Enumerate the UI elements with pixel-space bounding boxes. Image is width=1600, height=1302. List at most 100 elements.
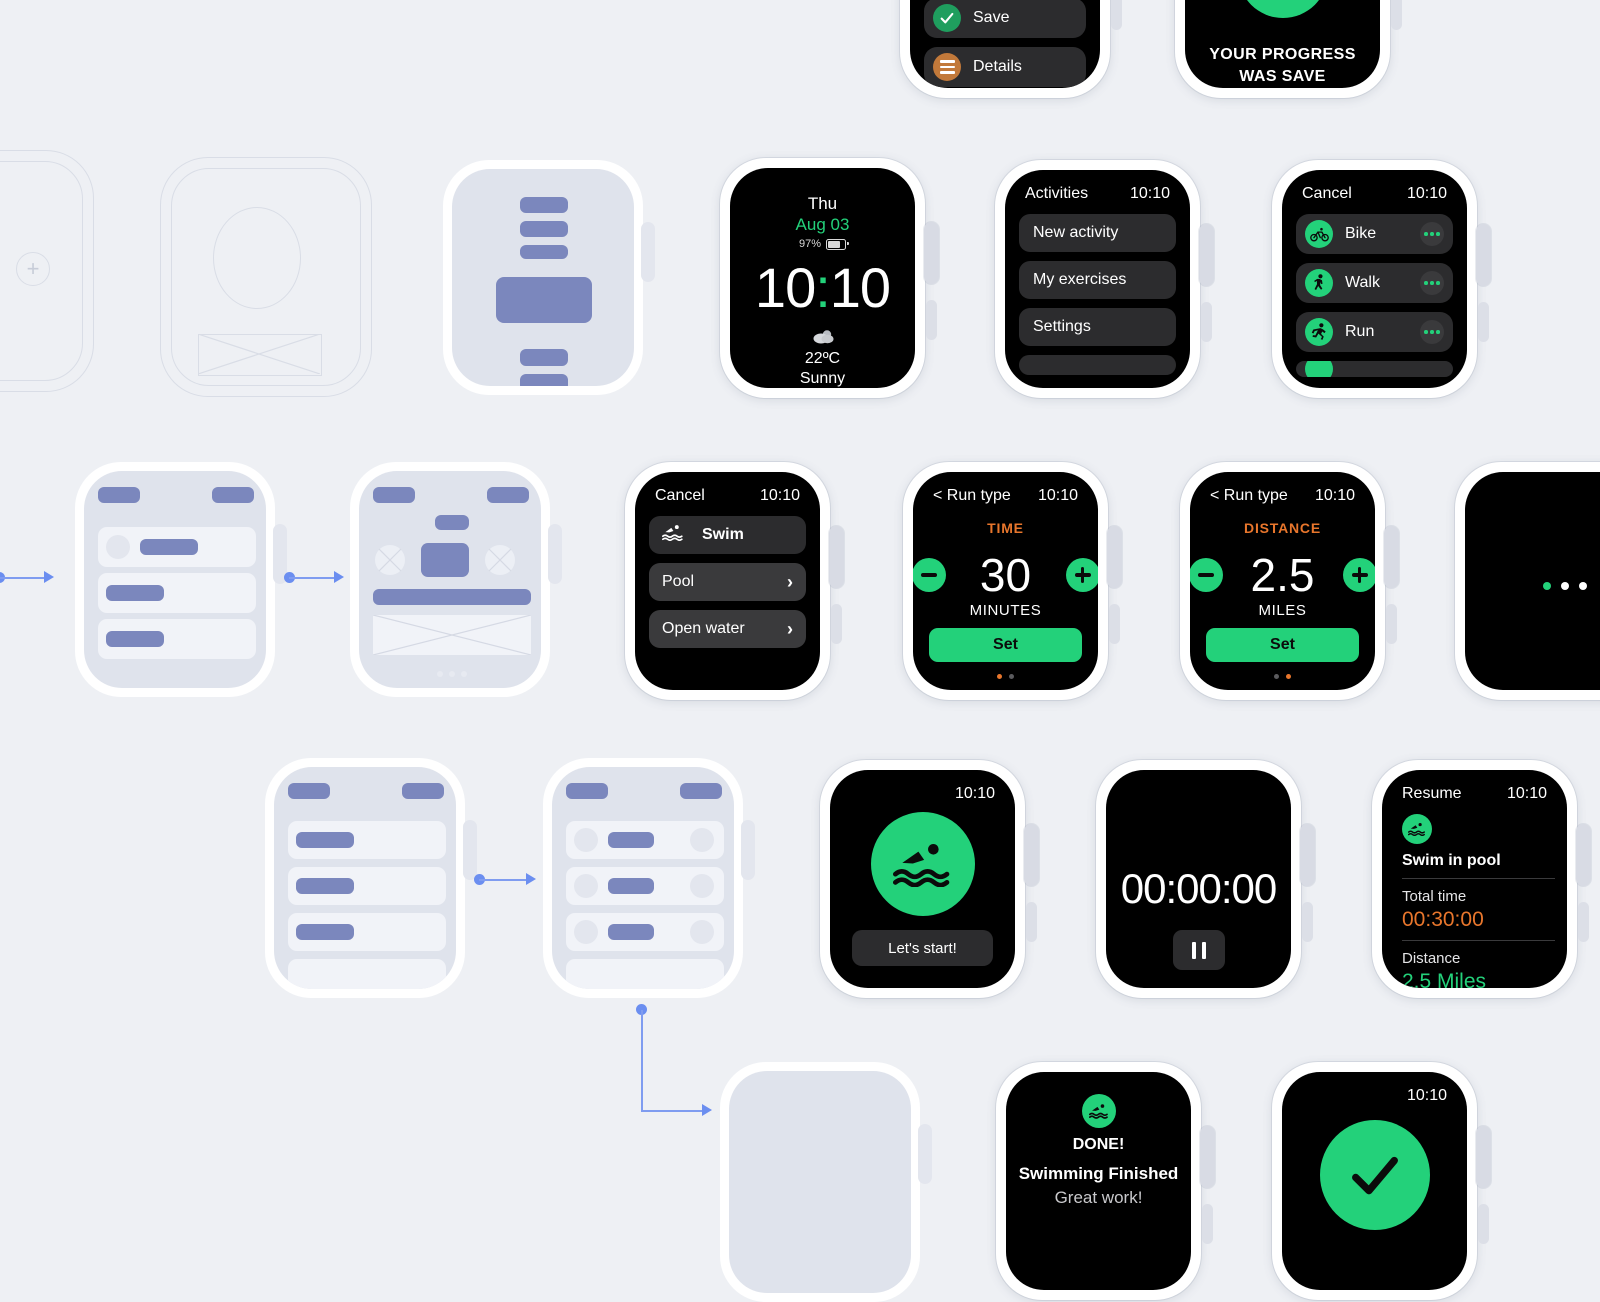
connector-line [0, 577, 48, 579]
dot-white [1579, 582, 1587, 590]
block-placeholder [98, 487, 140, 503]
wireframe-list-2 [265, 758, 477, 998]
plus-circle-icon[interactable] [1065, 558, 1098, 592]
watch-activities-screen: Activities 10:10 New activity My exercis… [995, 160, 1214, 398]
digital-crown[interactable] [1476, 224, 1491, 286]
digital-crown[interactable] [1384, 526, 1399, 588]
watch-swim-type: Cancel 10:10 Swim Pool › Open water › [625, 462, 844, 700]
digital-crown[interactable] [548, 524, 562, 584]
bike-icon [1305, 220, 1333, 248]
swim-header-row: Swim [649, 516, 806, 554]
digital-crown[interactable] [1200, 1126, 1215, 1188]
more-icon[interactable] [1420, 320, 1444, 344]
menu-item-partial[interactable] [1019, 355, 1176, 375]
side-button[interactable] [1109, 604, 1120, 644]
dot-indicator [1543, 582, 1587, 590]
side-button[interactable] [831, 604, 842, 644]
block-placeholder [680, 783, 722, 799]
block-placeholder [520, 349, 568, 366]
side-button[interactable] [1391, 0, 1402, 30]
summary-activity-name: Swim in pool [1402, 852, 1501, 869]
wireframe-partial-bottom [720, 1062, 932, 1302]
digital-crown[interactable] [1199, 224, 1214, 286]
side-button[interactable] [1201, 302, 1212, 342]
list-item [566, 913, 724, 951]
side-button[interactable] [1026, 902, 1037, 942]
more-icon[interactable] [1420, 271, 1444, 295]
trailing-placeholder [690, 920, 714, 944]
side-button[interactable] [1386, 604, 1397, 644]
check-circle-icon [933, 4, 961, 32]
done-line-2: Great work! [1054, 1188, 1143, 1207]
menu-item-save[interactable]: Save [924, 0, 1086, 38]
watch-face-screen: Thu Aug 03 97% 10:10 22ºC Sunny [720, 158, 939, 398]
side-button[interactable] [1478, 1204, 1489, 1244]
watch-screen: YOUR PROGRESS WAS SAVE [1185, 0, 1380, 88]
side-button[interactable] [1111, 0, 1122, 30]
watch-activity-picker: Cancel 10:10 Bike Walk Run [1272, 160, 1491, 398]
back-button[interactable]: < Run type [1210, 487, 1288, 505]
digital-crown[interactable] [641, 222, 655, 282]
side-button[interactable] [1202, 1204, 1213, 1244]
activity-row-run[interactable]: Run [1296, 312, 1453, 352]
side-button[interactable] [926, 300, 937, 340]
activity-row-bike[interactable]: Bike [1296, 214, 1453, 254]
plus-circle-icon[interactable] [1342, 558, 1375, 592]
resume-button[interactable]: Resume [1402, 785, 1462, 803]
pause-icon[interactable] [1172, 930, 1225, 970]
side-button[interactable] [1578, 902, 1589, 942]
list-item [566, 959, 724, 989]
minus-circle-icon[interactable] [913, 558, 946, 592]
start-button[interactable]: Let's start! [852, 930, 993, 966]
menu-item-settings[interactable]: Settings [1019, 308, 1176, 346]
back-button[interactable]: < Run type [933, 487, 1011, 505]
digital-crown[interactable] [829, 526, 844, 588]
swim-option-open-water[interactable]: Open water › [649, 610, 806, 648]
wireframe-list-1 [75, 462, 287, 697]
set-button[interactable]: Set [929, 628, 1082, 662]
image-placeholder-cross [198, 334, 320, 374]
minus-circle-icon[interactable] [1190, 558, 1223, 592]
menu-item-my-exercises[interactable]: My exercises [1019, 261, 1176, 299]
activity-row-partial[interactable] [1296, 361, 1453, 377]
side-button[interactable] [1302, 902, 1313, 942]
more-icon[interactable] [1420, 222, 1444, 246]
activity-row-walk[interactable]: Walk [1296, 263, 1453, 303]
screen-title: Activities [1025, 185, 1089, 202]
cancel-button[interactable]: Cancel [655, 487, 705, 505]
watch-screen: Activities 10:10 New activity My exercis… [1005, 170, 1190, 388]
menu-item-new-activity[interactable]: New activity [1019, 214, 1176, 252]
status-time: 10:10 [759, 487, 800, 504]
menu-item-label: Details [973, 58, 1022, 75]
clock-display: 10:10 [730, 260, 915, 316]
set-button[interactable]: Set [1206, 628, 1359, 662]
done-title: DONE! [1072, 1136, 1125, 1153]
block-placeholder [296, 924, 354, 940]
digital-crown[interactable] [1476, 1126, 1491, 1188]
block-placeholder [373, 589, 531, 605]
side-button[interactable] [1478, 302, 1489, 342]
digital-crown[interactable] [918, 1124, 932, 1184]
digital-crown[interactable] [463, 820, 477, 880]
digital-crown[interactable] [1576, 824, 1591, 886]
swim-option-pool[interactable]: Pool › [649, 563, 806, 601]
block-placeholder [608, 878, 654, 894]
weekday-label: Thu [807, 194, 838, 213]
summary-key-total-time: Total time [1402, 888, 1467, 905]
menu-item-details[interactable]: Details [924, 47, 1086, 87]
digital-crown[interactable] [741, 820, 755, 880]
list-item [288, 959, 446, 989]
summary-value-total-time: 00:30:00 [1402, 908, 1484, 931]
walk-icon [1305, 269, 1333, 297]
digital-crown[interactable] [1107, 526, 1122, 588]
digital-crown[interactable] [1300, 824, 1315, 886]
stepper-row: 2.5 [1190, 544, 1375, 606]
watch-timer-screen: 00:00:00 [1096, 760, 1315, 998]
block-placeholder [296, 832, 354, 848]
digital-crown[interactable] [1024, 824, 1039, 886]
digital-crown[interactable] [924, 222, 939, 284]
connector-line [289, 577, 339, 579]
watch-face: Thu Aug 03 97% 10:10 22ºC Sunny [730, 168, 915, 388]
cancel-button[interactable]: Cancel [1302, 185, 1352, 203]
list-item [566, 867, 724, 905]
